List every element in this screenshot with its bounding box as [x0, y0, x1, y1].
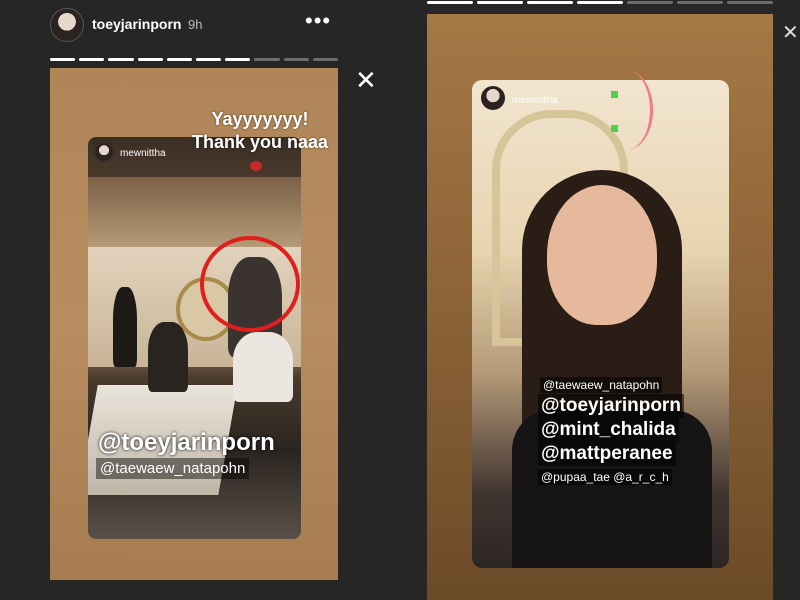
- mention-tag[interactable]: @taewaew_natapohn: [96, 458, 250, 479]
- ceiling: [88, 177, 301, 247]
- progress-segment: [196, 58, 222, 61]
- progress-segment: [527, 1, 573, 4]
- inner-username: mewnittha: [512, 95, 558, 106]
- progress-segment: [627, 1, 673, 4]
- story-username[interactable]: toeyjarinporn: [92, 16, 181, 32]
- progress-segment: [108, 58, 134, 61]
- progress-segment: [166, 58, 193, 61]
- mention-tag[interactable]: @mint_chalida: [538, 418, 679, 442]
- person-figure: [233, 332, 293, 402]
- face: [547, 185, 657, 325]
- mention-tag[interactable]: @toeyjarinporn: [538, 394, 684, 418]
- inner-username: mewnittha: [120, 148, 166, 159]
- avatar[interactable]: [50, 8, 84, 42]
- mention-tag[interactable]: @pupaa_tae @a_r_c_h: [538, 469, 672, 485]
- pink-arc-sticker: [600, 70, 653, 150]
- close-icon[interactable]: ✕: [782, 20, 799, 45]
- inner-avatar: [95, 143, 113, 161]
- progress-segment: [677, 1, 723, 4]
- progress-segment: [50, 58, 76, 61]
- lips-sticker-icon: [250, 161, 262, 171]
- progress-segment: [79, 58, 105, 61]
- more-options-icon[interactable]: •••: [305, 8, 331, 34]
- highlight-circle: [200, 236, 300, 332]
- story-text-overlay: Yayyyyyyy! Thank you naaa: [180, 108, 340, 154]
- shared-story-photo: [472, 80, 729, 568]
- progress-segment: [312, 58, 339, 61]
- story-timestamp: 9h: [188, 17, 203, 32]
- overlay-line: Thank you naaa: [191, 132, 329, 152]
- person-figure: [148, 322, 188, 392]
- close-icon[interactable]: ✕: [355, 65, 377, 96]
- progress-segment: [254, 58, 280, 61]
- inner-avatar: [481, 86, 505, 110]
- progress-segment: [427, 1, 473, 4]
- progress-segment: [137, 58, 163, 61]
- progress-segment: [727, 1, 773, 4]
- story-progress-bar-right: [427, 1, 773, 4]
- progress-segment: [477, 1, 523, 4]
- story-progress-bar: [50, 58, 339, 61]
- progress-segment: [283, 58, 309, 61]
- progress-segment: [225, 58, 251, 61]
- overlay-line: Yayyyyyyy!: [211, 109, 309, 129]
- person-figure: [113, 287, 137, 367]
- right-margin: [777, 0, 800, 600]
- progress-segment: [577, 1, 623, 4]
- mention-tag[interactable]: @mattperanee: [538, 442, 676, 466]
- mention-tag[interactable]: @taewaew_natapohn: [540, 377, 663, 393]
- mention-tag[interactable]: @toeyjarinporn: [98, 429, 275, 457]
